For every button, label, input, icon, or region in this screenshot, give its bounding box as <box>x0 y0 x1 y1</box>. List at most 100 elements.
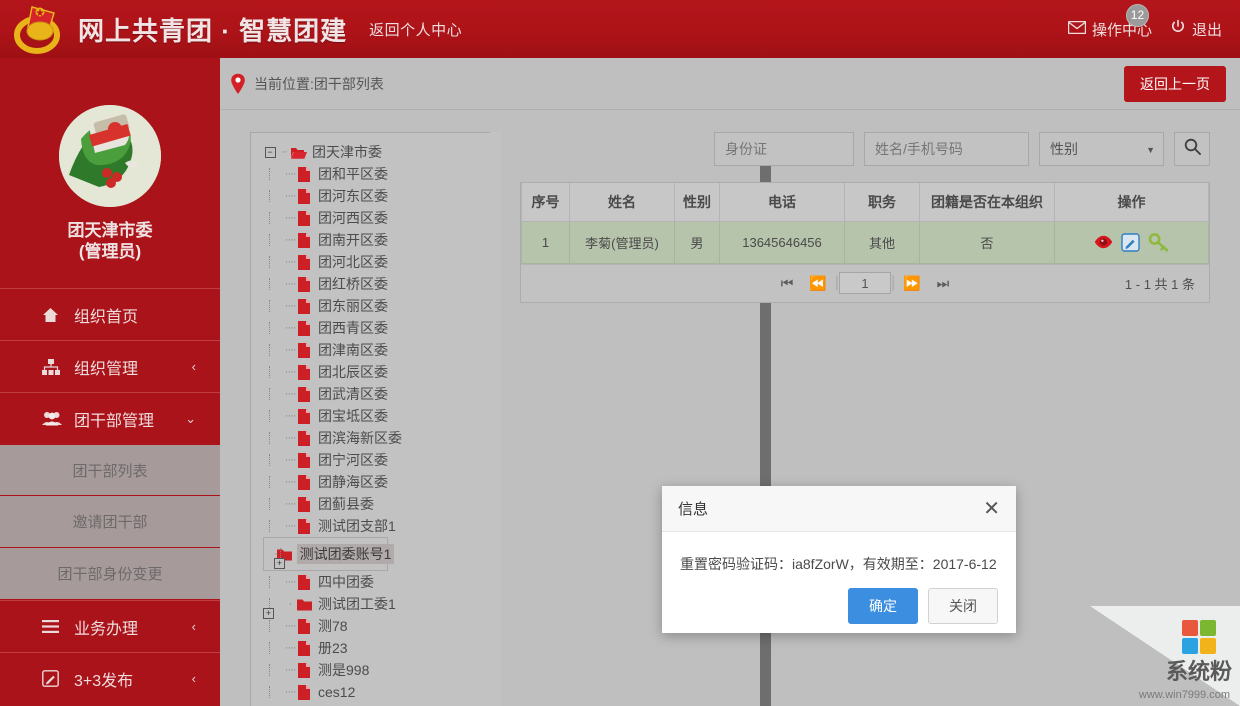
table-header-cell: 团籍是否在本组织 <box>919 183 1055 222</box>
tree-toggle[interactable]: + <box>274 558 285 569</box>
page-number-input[interactable] <box>839 272 891 294</box>
tree-node[interactable]: ···· 团滨海新区委 <box>263 427 490 449</box>
tree-node[interactable]: ···· 团静海区委 <box>263 471 490 493</box>
sidebar-item-cadre-manage[interactable]: 团干部管理 ⌄ <box>0 392 220 444</box>
tree-node[interactable]: ···· 测78 <box>263 615 490 637</box>
sidebar-subitem-invite-cadre[interactable]: 邀请团干部 <box>0 496 220 548</box>
eye-icon[interactable] <box>1094 235 1113 249</box>
gender-select[interactable]: 性别男女 <box>1039 132 1164 166</box>
tree-node[interactable]: ···· 测试团支部1 <box>263 515 490 537</box>
tree-node[interactable]: ···· 册23 <box>263 637 490 659</box>
watermark-text: 系统粉 <box>1165 659 1232 684</box>
tree-node-label: 团武清区委 <box>318 386 388 402</box>
sidebar-label-cadre-manage: 团干部管理 <box>74 412 155 430</box>
watermark-url: www.win7999.com <box>1138 689 1230 701</box>
tree-connector: ·· <box>281 146 287 158</box>
tree-node[interactable]: ···· 团南开区委 <box>263 229 490 251</box>
tree-node[interactable]: ···· 团东丽区委 <box>263 295 490 317</box>
back-button[interactable]: 返回上一页 <box>1124 65 1226 102</box>
tree-node[interactable]: ···· 团河东区委 <box>263 185 490 207</box>
tree-node[interactable]: ···· 团武清区委 <box>263 383 490 405</box>
tree-toggle[interactable]: + <box>263 608 274 619</box>
windows-logo-icon <box>1182 620 1216 654</box>
tree-connector: · <box>288 598 293 610</box>
app-title: 网上共青团 · 智慧团建 <box>78 15 348 46</box>
file-icon <box>297 518 313 534</box>
file-icon <box>297 452 313 468</box>
header-actions: 操作中心 12 退出 <box>1067 3 1240 40</box>
tree-connector: ···· <box>284 664 297 676</box>
sidebar-sublabel-cadre-list: 团干部列表 <box>72 462 148 480</box>
tree-node[interactable]: ···· 团宁河区委 <box>263 449 490 471</box>
sidebar-item-home[interactable]: 组织首页 <box>0 288 220 340</box>
tree-node[interactable]: ···· 团宝坻区委 <box>263 405 490 427</box>
tree-node[interactable]: ···· 团红桥区委 <box>263 273 490 295</box>
cancel-button[interactable]: 关闭 <box>928 588 998 624</box>
edit-icon[interactable] <box>1121 232 1140 252</box>
tree-node[interactable]: ···· 团河西区委 <box>263 207 490 229</box>
tree-node[interactable]: ···· 团蓟县委 <box>263 493 490 515</box>
search-button[interactable] <box>1174 132 1210 166</box>
file-icon <box>297 210 313 226</box>
watermark-bg <box>1090 606 1240 706</box>
sidebar-item-publish[interactable]: 3+3发布 ‹ <box>0 652 220 704</box>
windows-logo-square <box>1200 620 1216 636</box>
tree-node[interactable]: ···· 团西青区委 <box>263 317 490 339</box>
tree-node-label: 团西青区委 <box>318 320 388 336</box>
tree-node-label: 团南开区委 <box>318 232 388 248</box>
sidebar-item-org-manage[interactable]: 组织管理 ‹ <box>0 340 220 392</box>
notification-badge[interactable]: 12 <box>1125 3 1149 27</box>
tree-node[interactable]: ···· ces12 <box>263 681 490 703</box>
last-page-icon[interactable]: ⏭ <box>929 275 958 292</box>
file-icon <box>297 474 313 490</box>
table-header-cell: 操作 <box>1054 183 1209 222</box>
tree-scrollbar-track[interactable] <box>490 132 771 706</box>
file-icon <box>297 254 313 270</box>
next-page-icon[interactable]: ⏩ <box>895 275 928 292</box>
avatar[interactable] <box>59 105 161 207</box>
sidebar-subitem-cadre-list[interactable]: 团干部列表 <box>0 444 220 496</box>
chevron-left-icon-business: ‹ <box>191 619 196 634</box>
tree-node[interactable]: + · 测试团工委1 <box>263 593 490 619</box>
tree-connector: ···· <box>284 410 297 422</box>
tree-node[interactable]: ···· 团河北区委 <box>263 251 490 273</box>
sidebar-label-publish: 3+3发布 <box>74 672 134 690</box>
close-icon[interactable]: ✕ <box>983 499 1000 519</box>
folder-open-icon <box>291 146 307 159</box>
key-icon[interactable] <box>1148 232 1169 252</box>
tree-node-label: 四中团委 <box>318 574 374 590</box>
file-icon <box>297 662 313 678</box>
logo-container <box>8 0 74 58</box>
name-phone-input[interactable] <box>864 132 1029 166</box>
location-pin-icon <box>230 73 246 95</box>
tree-node[interactable]: + · 测试团委账号1 <box>263 537 395 571</box>
tree-node[interactable]: ···· 团津南区委 <box>263 339 490 361</box>
id-card-input[interactable] <box>714 132 854 166</box>
table-cell-index: 1 <box>521 220 570 264</box>
return-personal-center-link[interactable]: 返回个人中心 <box>369 19 462 40</box>
prev-page-icon[interactable]: ⏪ <box>801 275 834 292</box>
confirm-button[interactable]: 确定 <box>848 588 918 624</box>
tree-node[interactable]: ···· 四中团委 <box>263 571 490 593</box>
sidebar-subitem-cadre-identity-change[interactable]: 团干部身份变更 <box>0 548 220 600</box>
tree-toggle[interactable]: − <box>263 146 277 158</box>
logout-button[interactable]: 退出 <box>1170 19 1222 40</box>
tree-node-label: 测试团委账号1 <box>296 544 395 564</box>
table-header-row: 序号 姓名 性别 电话 职务 团籍是否在本组织 操作 <box>521 183 1209 222</box>
tree-node[interactable]: ···· 团和平区委 <box>263 163 490 185</box>
tree-node[interactable]: ···· 团北辰区委 <box>263 361 490 383</box>
tree-node[interactable]: − ·· 团天津市委 <box>263 141 490 163</box>
ops-center-button[interactable]: 操作中心 12 <box>1067 3 1152 40</box>
file-icon <box>297 640 313 656</box>
sidebar-item-business[interactable]: 业务办理 ‹ <box>0 600 220 652</box>
sidebar-sublabel-invite-cadre: 邀请团干部 <box>72 514 148 531</box>
tree-connector: ···· <box>284 642 297 654</box>
row-actions <box>1056 232 1207 252</box>
chevron-left-icon-publish: ‹ <box>191 671 196 686</box>
tree-connector: ···· <box>284 476 297 488</box>
tree-node-label: 册23 <box>318 640 348 656</box>
youth-league-emblem-icon <box>14 3 68 55</box>
first-page-icon[interactable]: ⏮ <box>773 275 802 292</box>
table-row[interactable]: 1 李菊(管理员) 男 13645646456 其他否 <box>521 220 1209 264</box>
tree-node[interactable]: ···· 测是998 <box>263 659 490 681</box>
